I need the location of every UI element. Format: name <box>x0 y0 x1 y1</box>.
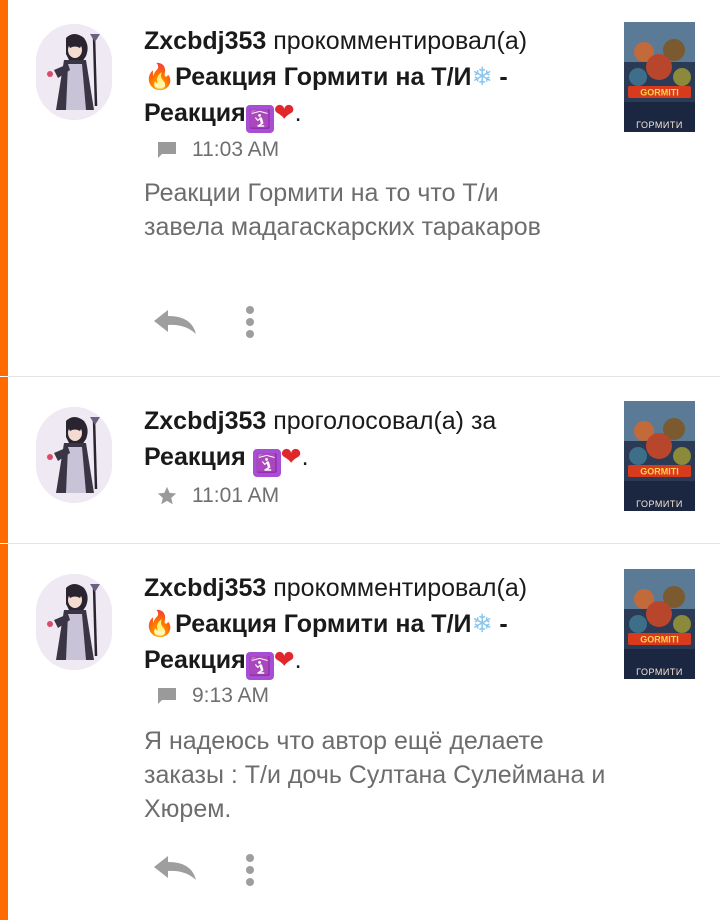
comment-text: Реакции Гормити на то что Т/и завела мад… <box>144 179 541 241</box>
reply-icon <box>154 856 196 880</box>
more-vertical-icon <box>246 306 254 338</box>
timestamp: 9:13 AM <box>192 684 270 707</box>
notifications-feed: Zxcbdj353 прокомментировал(а) 🔥Реакция Г… <box>0 0 720 920</box>
more-vertical-icon <box>246 854 254 886</box>
fire-emoji-icon: 🔥 <box>144 609 176 638</box>
story-cover-image[interactable]: GORMITI ГОРМИТИ <box>624 401 695 511</box>
story-link[interactable]: Реакция Гормити на Т/И <box>175 63 471 91</box>
username-link[interactable]: Zxcbdj353 <box>144 574 266 602</box>
username-link[interactable]: Zxcbdj353 <box>144 27 266 55</box>
story-cover-image[interactable]: GORMITI ГОРМИТИ <box>624 22 695 132</box>
prayer-emoji-icon: 🛐 <box>252 449 281 477</box>
heart-emoji-icon: ❤ <box>273 645 295 674</box>
notification-item[interactable]: Zxcbdj353 прокомментировал(а) 🔥Реакция Г… <box>0 0 720 376</box>
avatar[interactable] <box>36 24 112 120</box>
story-link[interactable]: Реакция <box>144 443 246 471</box>
story-cover-image[interactable]: GORMITI ГОРМИТИ <box>624 569 695 679</box>
prayer-emoji-icon: 🛐 <box>245 105 274 133</box>
comment-icon <box>156 685 178 707</box>
prayer-emoji-icon: 🛐 <box>245 652 274 680</box>
story-link[interactable]: Реакция Гормити на Т/И <box>175 610 471 638</box>
notification-meta: 11:01 AM <box>156 482 279 510</box>
star-icon <box>156 485 178 507</box>
action-text: прокомментировал(а) <box>273 27 528 55</box>
notification-item[interactable]: Zxcbdj353 прокомментировал(а) 🔥Реакция Г… <box>0 544 720 920</box>
more-options-button[interactable] <box>236 850 264 890</box>
notification-meta: 11:03 AM <box>156 136 279 164</box>
snowflake-emoji-icon: ❄ <box>471 609 493 638</box>
comment-icon <box>156 139 178 161</box>
svg-text:GORMITI: GORMITI <box>640 88 679 98</box>
heart-emoji-icon: ❤ <box>273 98 295 127</box>
snowflake-emoji-icon: ❄ <box>471 62 493 91</box>
heart-emoji-icon: ❤ <box>280 442 302 471</box>
reply-button[interactable] <box>150 850 200 886</box>
username-link[interactable]: Zxcbdj353 <box>144 407 266 435</box>
svg-text:GORMITI: GORMITI <box>640 635 679 645</box>
comment-text: Я надеюсь что автор ещё делаете заказы :… <box>144 727 606 823</box>
action-text: проголосовал(а) за <box>273 407 497 435</box>
timestamp: 11:01 AM <box>192 484 280 507</box>
action-text: прокомментировал(а) <box>273 574 528 602</box>
avatar[interactable] <box>36 407 112 503</box>
notification-headline: Zxcbdj353 проголосовал(а) за Реакция 🛐 ❤. <box>144 404 614 477</box>
story-link-continued[interactable]: Реакция <box>144 646 246 674</box>
notification-item[interactable]: Zxcbdj353 проголосовал(а) за Реакция 🛐 ❤.… <box>0 377 720 543</box>
story-link-continued[interactable]: Реакция <box>144 99 246 127</box>
cover-title: ГОРМИТИ <box>636 120 683 130</box>
notification-headline: Zxcbdj353 прокомментировал(а) 🔥Реакция Г… <box>144 571 614 680</box>
avatar[interactable] <box>36 574 112 670</box>
notification-headline: Zxcbdj353 прокомментировал(а) 🔥Реакция Г… <box>144 24 614 133</box>
fire-emoji-icon: 🔥 <box>144 62 176 91</box>
cover-title: ГОРМИТИ <box>636 499 683 509</box>
reply-button[interactable] <box>150 304 200 340</box>
timestamp: 11:03 AM <box>192 138 280 161</box>
reply-icon <box>154 310 196 334</box>
more-options-button[interactable] <box>236 302 264 342</box>
svg-text:GORMITI: GORMITI <box>640 467 679 477</box>
notification-meta: 9:13 AM <box>156 682 269 710</box>
cover-title: ГОРМИТИ <box>636 667 683 677</box>
